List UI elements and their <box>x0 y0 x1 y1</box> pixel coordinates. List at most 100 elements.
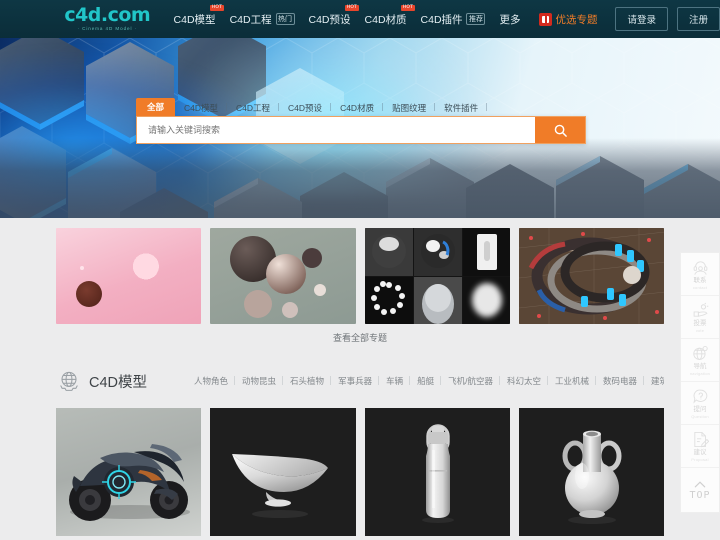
rail-item-back-to-top[interactable]: TOP <box>681 468 719 512</box>
rail-item-proposal[interactable]: 建议 Proposal <box>681 425 719 468</box>
search-tab-models[interactable]: C4D模型 <box>175 100 228 116</box>
search-icon <box>554 124 567 137</box>
hot-badge: HOT <box>210 4 224 11</box>
topic-card-mechanical-rings[interactable] <box>518 228 664 324</box>
promo-featured-topics[interactable]: 优选专题 <box>539 12 597 27</box>
login-button[interactable]: 请登录 <box>615 7 668 31</box>
hero-bottom-shade <box>0 138 720 218</box>
nav-tag: 热门 <box>275 13 295 25</box>
featured-topics-row <box>56 228 664 324</box>
rail-label-zh: 建议 <box>693 448 707 456</box>
category-rocks-plants[interactable]: 石头植物 <box>283 375 332 387</box>
search-button[interactable] <box>535 117 585 143</box>
hand-vote-icon <box>693 302 708 317</box>
nav-item-c4d-presets[interactable]: C4D预设 HOT <box>302 4 359 27</box>
gift-icon <box>539 12 553 26</box>
rail-label-en: vote <box>695 327 705 333</box>
search-panel: 全部 C4D模型 C4D工程 C4D预设 C4D材质 贴图纹理 软件插件 <box>136 98 586 144</box>
nav-item-c4d-materials[interactable]: C4D材质 HOT <box>358 4 415 27</box>
nav-label: C4D工程 <box>229 13 272 26</box>
nav-label: C4D插件 <box>420 13 463 26</box>
category-vehicles[interactable]: 车辆 <box>379 375 411 387</box>
category-scifi-space[interactable]: 科幻太空 <box>500 375 549 387</box>
nav-label: C4D模型 <box>173 13 216 26</box>
category-military-weapons[interactable]: 军事兵器 <box>331 375 380 387</box>
back-to-top-label: TOP <box>689 489 711 501</box>
register-button[interactable]: 注册 <box>676 7 720 31</box>
globe-gear-icon <box>56 368 82 394</box>
top-navigation-bar: c4d.com · Cinema 4D Model · C4D模型 HOT C4… <box>0 0 720 38</box>
category-characters[interactable]: 人物角色 <box>187 375 236 387</box>
hero-banner: 全部 C4D模型 C4D工程 C4D预设 C4D材质 贴图纹理 软件插件 <box>0 38 720 218</box>
nav-label: 更多 <box>499 13 521 26</box>
logo-text: c4d.com <box>64 3 151 26</box>
nav-item-c4d-projects[interactable]: C4D工程 热门 <box>223 12 302 27</box>
logo-text-label: c4d.com <box>64 3 151 26</box>
rail-item-contact[interactable]: 联系 contact <box>681 253 719 296</box>
model-grid <box>56 408 664 536</box>
rail-label-en: navigation <box>689 370 711 376</box>
model-card-water-bottle[interactable] <box>364 408 510 536</box>
search-bar <box>136 116 586 144</box>
nav-item-more[interactable]: 更多 <box>492 12 527 27</box>
search-category-tabs: 全部 C4D模型 C4D工程 C4D预设 C4D材质 贴图纹理 软件插件 <box>136 98 586 116</box>
category-animals-insects[interactable]: 动物昆虫 <box>235 375 284 387</box>
rail-label-en: Proposal <box>691 456 709 462</box>
auth-buttons: 请登录 注册 <box>615 7 720 31</box>
nav-label: C4D材质 <box>364 13 407 26</box>
headset-operator-icon <box>693 260 707 275</box>
category-buildings[interactable]: 建筑设施 <box>644 375 664 387</box>
rail-label-en: contact <box>692 284 708 290</box>
topic-card-glossy-spheres[interactable] <box>210 228 356 324</box>
site-logo[interactable]: c4d.com · Cinema 4D Model · <box>56 3 159 32</box>
topic-card-pink-candy-scene[interactable] <box>56 228 202 324</box>
globe-pin-icon <box>692 345 708 360</box>
section-header-c4d-models: C4D模型 人物角色 动物昆虫 石头植物 军事兵器 车辆 船艇 飞机/航空器 科… <box>56 368 664 394</box>
nav-item-c4d-models[interactable]: C4D模型 HOT <box>167 4 224 27</box>
rail-item-navigation[interactable]: 导航 navigation <box>681 339 719 382</box>
hot-badge: HOT <box>345 4 359 11</box>
bottle-render <box>364 408 510 536</box>
search-tab-projects[interactable]: C4D工程 <box>227 100 280 116</box>
search-tab-textures[interactable]: 贴图纹理 <box>383 100 436 116</box>
view-all-topics-link[interactable]: 查看全部专题 <box>0 331 720 344</box>
search-tab-materials[interactable]: C4D材质 <box>331 100 384 116</box>
rail-label-zh: 联系 <box>693 276 707 284</box>
document-pen-icon <box>693 431 709 447</box>
search-tab-all[interactable]: 全部 <box>136 98 176 116</box>
question-bubble-icon <box>692 389 707 404</box>
category-digital-appliances[interactable]: 数码电器 <box>596 375 645 387</box>
rail-label-zh: 投票 <box>693 319 707 327</box>
search-input[interactable] <box>137 117 535 143</box>
rail-item-vote[interactable]: 投票 vote <box>681 296 719 339</box>
rail-label-zh: 导航 <box>693 362 707 370</box>
logo-subtitle: · Cinema 4D Model · <box>77 26 138 32</box>
bowl-render <box>210 408 356 536</box>
rail-label-zh: 提问 <box>693 405 707 413</box>
topic-card-material-previews[interactable] <box>364 228 510 324</box>
nav-tag: 推荐 <box>466 13 486 25</box>
category-boats[interactable]: 船艇 <box>410 375 442 387</box>
search-tab-plugins[interactable]: 软件插件 <box>435 100 488 116</box>
page-title: C4D模型 <box>89 374 148 391</box>
promo-label: 优选专题 <box>555 13 598 26</box>
rail-item-question[interactable]: 提问 Question <box>681 382 719 425</box>
hot-badge: HOT <box>401 4 415 11</box>
motorcycle-render <box>69 444 190 521</box>
nav-label: C4D预设 <box>308 13 351 26</box>
main-menu: C4D模型 HOT C4D工程 热门 C4D预设 HOT C4D材质 HOT C… <box>167 4 528 27</box>
vase-render <box>518 408 664 536</box>
category-filter-list: 人物角色 动物昆虫 石头植物 军事兵器 车辆 船艇 飞机/航空器 科幻太空 工业… <box>187 375 664 387</box>
right-side-toolbar: 联系 contact 投票 vote 导航 navigation 提问 Ques… <box>680 252 720 513</box>
nav-item-c4d-plugins[interactable]: C4D插件 推荐 <box>414 12 493 27</box>
category-industrial-machinery[interactable]: 工业机械 <box>548 375 597 387</box>
rail-label-en: Question <box>691 413 709 419</box>
model-card-curved-bowl[interactable] <box>210 408 356 536</box>
mechanical-rings-art <box>518 228 664 324</box>
search-tab-presets[interactable]: C4D预设 <box>279 100 332 116</box>
chevron-up-icon <box>694 480 706 487</box>
model-card-ceramic-vase[interactable] <box>518 408 664 536</box>
material-preview-grid <box>364 228 510 324</box>
model-card-concept-motorcycle[interactable] <box>56 408 202 536</box>
category-aircraft[interactable]: 飞机/航空器 <box>441 375 500 387</box>
